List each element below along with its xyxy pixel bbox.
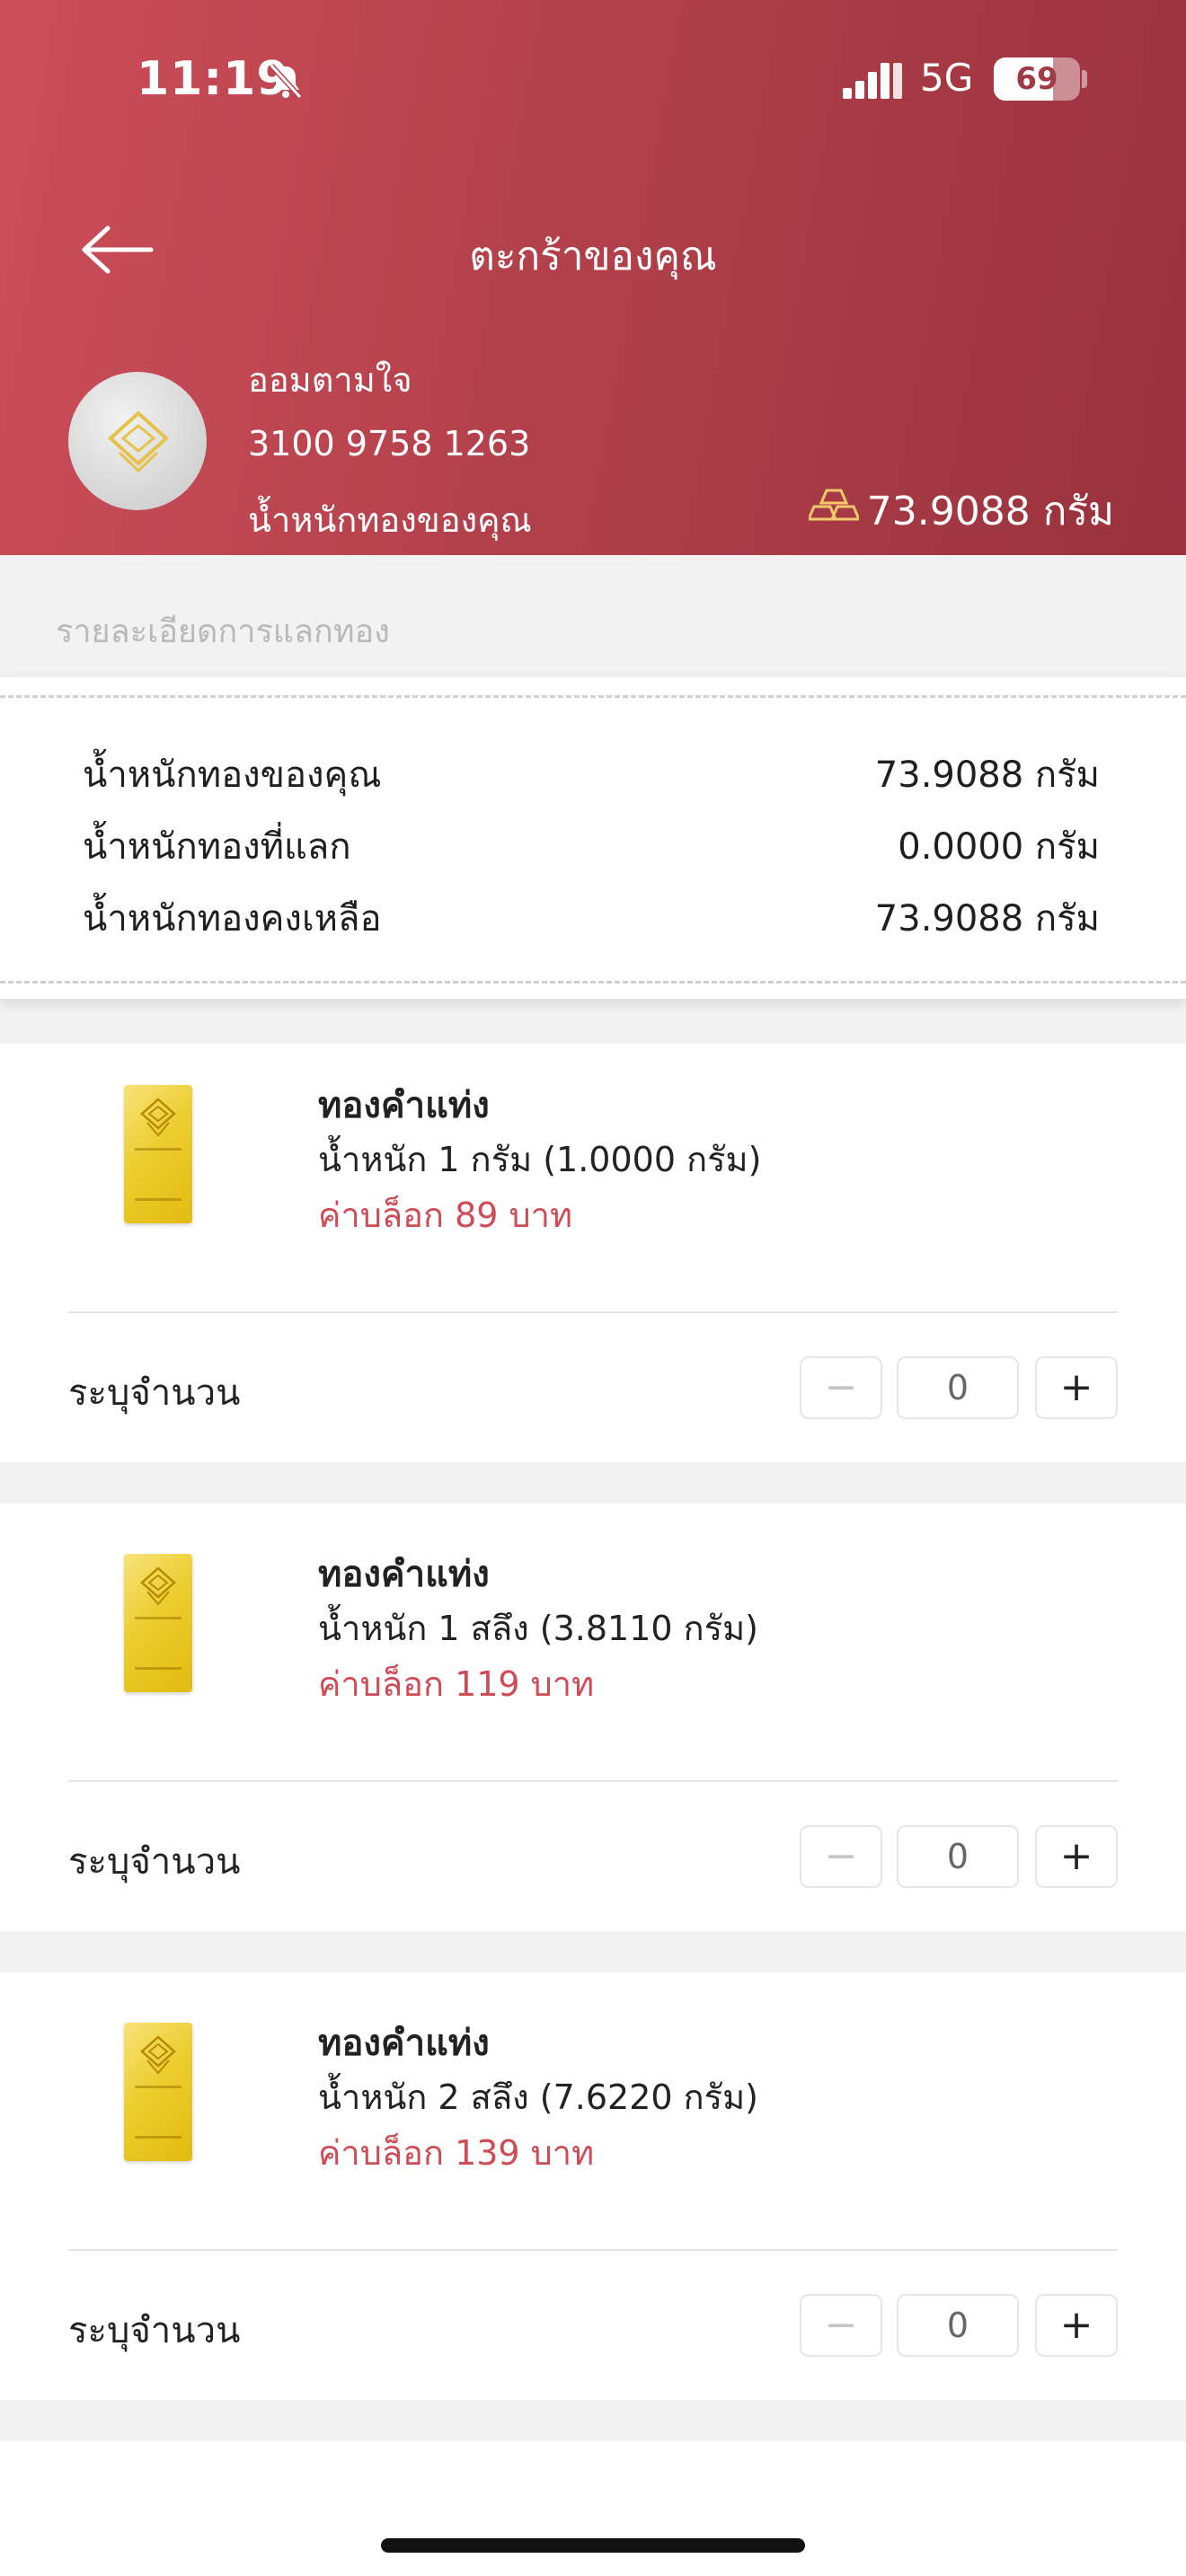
header: 11:19 5G 69 ตะกร้าของคุณ ออมตามใจ 3100 9… xyxy=(0,0,1186,555)
signal-icon xyxy=(843,63,902,99)
diamond-logo-icon xyxy=(140,1566,176,1606)
decrease-button[interactable]: − xyxy=(800,1825,882,1888)
decrease-button[interactable]: − xyxy=(800,1356,882,1419)
product-card: ทองคำแท่ง น้ำหนัก 1 กรัม (1.0000 กรัม) ค… xyxy=(0,1044,1186,1462)
product-weight: น้ำหนัก 1 กรัม (1.0000 กรัม) xyxy=(318,1140,762,1179)
quantity-label: ระบุจำนวน xyxy=(68,2310,241,2351)
summary-row: น้ำหนักทองที่แลก 0.0000 กรัม xyxy=(83,817,1100,875)
gold-bar-image xyxy=(124,1085,192,1223)
bar-engraving xyxy=(135,1198,181,1201)
dashed-divider xyxy=(0,981,1186,984)
page-title: ตะกร้าของคุณ xyxy=(469,234,717,279)
product-name: ทองคำแท่ง xyxy=(318,1085,490,1126)
summary-card: น้ำหนักทองของคุณ 73.9088 กรัม น้ำหนักทอง… xyxy=(0,677,1186,999)
bar-engraving xyxy=(135,1617,181,1619)
gold-bars-icon xyxy=(809,489,859,521)
dashed-divider xyxy=(0,695,1186,698)
quantity-label: ระบุจำนวน xyxy=(68,1841,241,1883)
quantity-label: ระบุจำนวน xyxy=(68,1372,241,1414)
divider xyxy=(68,1780,1118,1782)
avatar xyxy=(68,372,207,510)
product-name: ทองคำแท่ง xyxy=(318,1554,490,1595)
quantity-input[interactable]: 0 xyxy=(897,1825,1019,1888)
diamond-logo-icon xyxy=(140,2035,176,2075)
quantity-input[interactable]: 0 xyxy=(897,1356,1019,1419)
summary-value: 0.0000 กรัม xyxy=(898,826,1100,868)
product-fee: ค่าบล็อก 119 บาท xyxy=(318,1664,595,1704)
product-card: ทองคำแท่ง น้ำหนัก 2 สลึง (7.6220 กรัม) ค… xyxy=(0,1972,1186,2391)
bar-engraving xyxy=(135,1667,181,1670)
increase-button[interactable]: + xyxy=(1035,1825,1118,1888)
bar-engraving xyxy=(135,2136,181,2139)
product-name: ทองคำแท่ง xyxy=(318,2023,490,2064)
card-gap xyxy=(0,2400,1186,2441)
summary-row: น้ำหนักทองคงเหลือ 73.9088 กรัม xyxy=(83,889,1100,947)
diamond-logo-icon xyxy=(140,1098,176,1137)
gold-bar-image xyxy=(124,2023,192,2161)
product-weight: น้ำหนัก 1 สลึง (3.8110 กรัม) xyxy=(318,1609,758,1648)
battery-cap xyxy=(1082,70,1087,88)
battery-percent: 69 xyxy=(1015,61,1058,97)
bell-slash-icon xyxy=(269,63,303,100)
summary-label: น้ำหนักทองคงเหลือ xyxy=(83,898,382,940)
account-name: ออมตามใจ xyxy=(248,360,412,400)
home-indicator[interactable] xyxy=(381,2538,805,2553)
product-weight: น้ำหนัก 2 สลึง (7.6220 กรัม) xyxy=(318,2078,758,2117)
quantity-input[interactable]: 0 xyxy=(897,2294,1019,2357)
product-fee: ค่าบล็อก 89 บาท xyxy=(318,1195,573,1235)
gold-weight-value: 73.9088 กรัม xyxy=(866,489,1114,534)
diamond-logo-icon xyxy=(108,410,169,473)
product-card: ทองคำแท่ง น้ำหนัก 1 สลึง (3.8110 กรัม) ค… xyxy=(0,1504,1186,1922)
battery-icon: 69 xyxy=(994,57,1080,101)
summary-row: น้ำหนักทองของคุณ 73.9088 กรัม xyxy=(83,745,1100,803)
product-fee: ค่าบล็อก 139 บาท xyxy=(318,2133,595,2173)
divider xyxy=(68,1311,1118,1313)
increase-button[interactable]: + xyxy=(1035,2294,1118,2357)
section-title: รายละเอียดการแลกทอง xyxy=(56,613,390,650)
gold-bar-image xyxy=(124,1554,192,1692)
summary-value: 73.9088 กรัม xyxy=(874,754,1100,796)
bar-engraving xyxy=(135,1148,181,1151)
card-gap xyxy=(0,1931,1186,1972)
gold-weight-label: น้ำหนักทองของคุณ xyxy=(248,500,532,540)
increase-button[interactable]: + xyxy=(1035,1356,1118,1419)
card-gap xyxy=(0,1462,1186,1504)
bar-engraving xyxy=(135,2086,181,2088)
summary-label: น้ำหนักทองที่แลก xyxy=(83,826,351,868)
network-label: 5G xyxy=(920,56,974,100)
divider xyxy=(68,2249,1118,2251)
decrease-button[interactable]: − xyxy=(800,2294,882,2357)
summary-label: น้ำหนักทองของคุณ xyxy=(83,754,382,796)
account-number: 3100 9758 1263 xyxy=(248,424,531,463)
summary-value: 73.9088 กรัม xyxy=(874,898,1100,940)
